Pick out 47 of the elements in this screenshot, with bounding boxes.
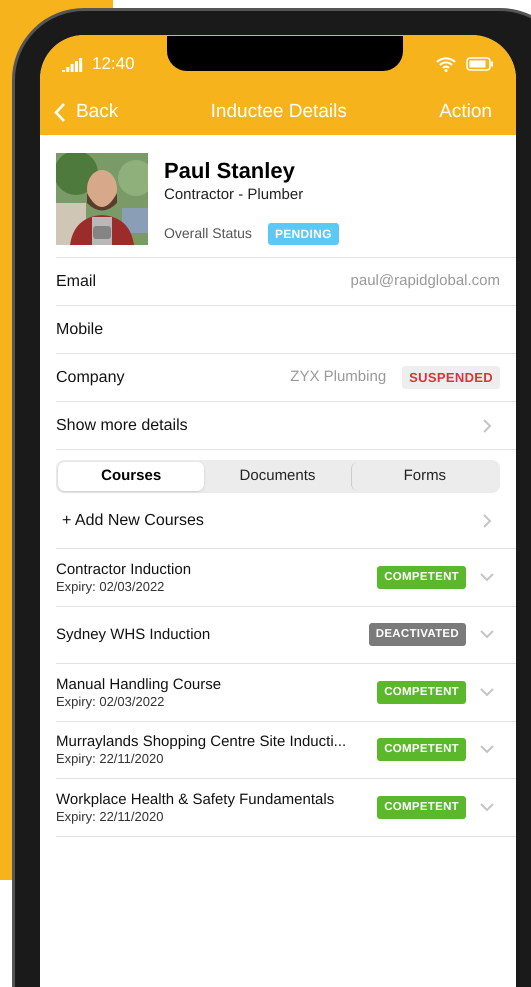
course-name: Manual Handling Course [56, 674, 222, 694]
course-name: Murraylands Shopping Centre Site Inducti... [56, 732, 348, 752]
course-row[interactable]: Contractor Induction Expiry: 02/03/2022 COMPETENT [56, 549, 516, 606]
course-status-badge: COMPETENT [377, 680, 466, 704]
field-label: Company [56, 368, 126, 388]
course-name: Sydney WHS Induction [56, 625, 212, 644]
course-expiry: Expiry: 02/03/2022 [56, 578, 166, 595]
back-chevron-icon [54, 102, 66, 123]
course-status-badge: COMPETENT [377, 796, 466, 819]
segment-tab[interactable]: Forms [350, 462, 498, 491]
status-badge: PENDING [268, 222, 339, 244]
person-name: Paul Stanley [164, 158, 296, 184]
person-role: Contractor - Plumber [164, 185, 304, 205]
chevron-icon [483, 514, 492, 528]
field-label: Mobile [56, 320, 104, 340]
chevron-icon [480, 630, 494, 640]
course-expiry: Expiry: 02/03/2022 [56, 694, 166, 710]
course-row[interactable]: Murraylands Shopping Centre Site Inducti... Expiry: 22/11/2020 COMPETENT [56, 722, 516, 779]
status-label: Overall Status [164, 224, 252, 243]
chevron-icon [480, 802, 494, 812]
segment-tab[interactable]: Documents [204, 462, 351, 491]
course-status-badge: COMPETENT [377, 566, 466, 589]
course-row[interactable]: Manual Handling Course Expiry: 02/03/2022 COMPETENT [56, 664, 516, 722]
field-value: ZYX Plumbing [290, 367, 386, 388]
suspended-badge: SUSPENDED [402, 366, 500, 390]
course-expiry: Expiry: 22/11/2020 [56, 808, 164, 825]
chevron-icon [480, 688, 494, 697]
course-status-badge: COMPETENT [377, 738, 466, 762]
course-name: Contractor Induction [56, 560, 192, 579]
course-row[interactable]: Sydney WHS Induction DEACTIVATED [56, 606, 516, 664]
signal-icon [62, 56, 84, 72]
course-status-badge: DEACTIVATED [368, 623, 466, 646]
show-more-row[interactable]: Show more details [56, 401, 516, 449]
battery-icon [466, 56, 494, 70]
chevron-icon [480, 745, 494, 754]
field-label: Email [56, 272, 98, 292]
clock-time: 12:40 [92, 52, 135, 75]
course-expiry: Expiry: 22/11/2020 [56, 751, 164, 768]
screen-title: Inductee Details [210, 100, 347, 124]
field-value: paul@rapidglobal.com [350, 271, 500, 292]
add-course-row[interactable]: + Add New Courses [56, 493, 516, 549]
course-row[interactable]: Workplace Health & Safety Fundamentals Expiry: 22/11/2020 COMPETENT [56, 779, 516, 836]
course-name: Workplace Health & Safety Fundamentals [56, 790, 336, 809]
chevron-icon [483, 418, 492, 432]
wifi-icon [436, 56, 456, 72]
segment-tab[interactable]: Courses [58, 462, 204, 491]
chevron-icon [480, 572, 494, 582]
